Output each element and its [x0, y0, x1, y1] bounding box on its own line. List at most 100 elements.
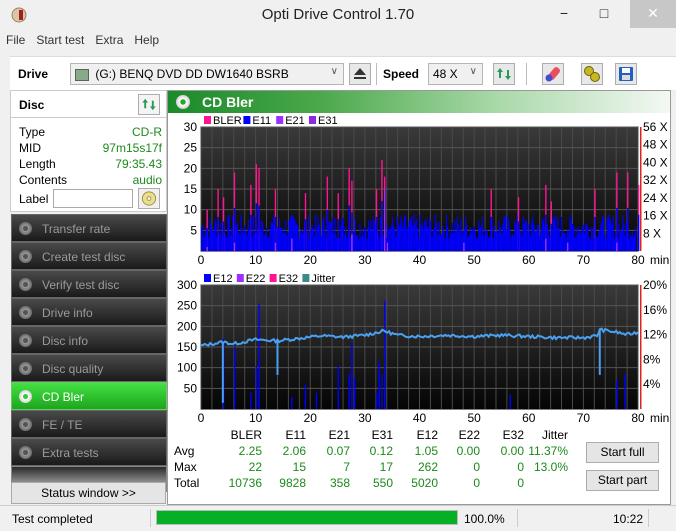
stats-cell: 0.07 — [326, 444, 350, 458]
e11-bar — [241, 227, 243, 251]
e11-bar — [502, 223, 504, 251]
settings-button[interactable] — [581, 63, 603, 85]
e11-bar — [595, 236, 597, 251]
toolbar-separator — [376, 63, 377, 85]
e11-bar — [217, 216, 219, 251]
stats-cell: 262 — [417, 460, 438, 474]
stats-cell: 0.12 — [369, 444, 393, 458]
save-button[interactable] — [615, 63, 637, 85]
legend-swatch — [243, 116, 251, 124]
nav-label: CD Bler — [42, 390, 85, 404]
nav-disc-info[interactable]: Disc info — [11, 326, 167, 354]
e11-bar — [603, 217, 605, 251]
disc-label-input[interactable] — [53, 189, 133, 208]
eject-button[interactable] — [349, 63, 371, 85]
stats-row-label: Max — [174, 460, 197, 474]
e11-bar — [285, 220, 287, 251]
e11-bar — [534, 230, 536, 251]
e11-bar — [281, 228, 283, 251]
e11-bar — [262, 222, 264, 251]
e11-bar — [523, 223, 525, 251]
start-full-button[interactable]: Start full — [586, 442, 659, 463]
nav-extra-tests[interactable]: Extra tests — [11, 438, 167, 466]
panel-header: CD Bler — [168, 91, 670, 113]
e11-bar — [461, 234, 463, 251]
e11-bar — [239, 234, 241, 251]
e11-bar — [471, 232, 473, 251]
nav-verify-test-disc[interactable]: Verify test disc — [11, 270, 167, 298]
minimize-button[interactable]: − — [548, 0, 580, 28]
disc-icon — [19, 390, 32, 403]
e11-bar — [252, 216, 254, 251]
e11-bar — [473, 226, 475, 251]
e11-bar — [400, 216, 402, 251]
e11-bar — [365, 228, 367, 251]
e11-bar — [609, 217, 611, 251]
x-tick-label: 40 — [413, 253, 427, 267]
speed-select-value: 48 X — [433, 67, 458, 81]
e11-bar — [355, 235, 357, 251]
nav-create-test-disc[interactable]: Create test disc — [11, 242, 167, 270]
nav-disc-quality[interactable]: Disc quality — [11, 354, 167, 382]
e11-bar — [474, 230, 476, 251]
e11-bar — [479, 227, 481, 251]
e11-bar — [294, 220, 296, 251]
nav-transfer-rate[interactable]: Transfer rate — [11, 214, 167, 242]
e11-bar — [436, 222, 438, 251]
e11-bar — [438, 222, 440, 251]
e11-bar — [324, 232, 326, 251]
e11-bar — [459, 229, 461, 251]
maximize-button[interactable]: □ — [588, 0, 620, 28]
e11-bar — [633, 237, 635, 251]
menu-start-test[interactable]: Start test — [30, 31, 89, 47]
e11-bar — [381, 200, 383, 251]
e11-bar — [569, 214, 571, 251]
legend-label: BLER — [213, 115, 242, 127]
e11-bar — [361, 229, 363, 251]
e11-bar — [613, 238, 615, 251]
drive-select[interactable]: (G:) BENQ DVD DD DW1640 BSRB ∨ — [70, 63, 344, 85]
e11-bar — [501, 233, 503, 251]
status-window-button[interactable]: Status window >> — [11, 482, 166, 504]
e11-bar — [504, 215, 506, 251]
disc-refresh-button[interactable] — [138, 94, 160, 115]
start-part-button[interactable]: Start part — [586, 470, 659, 491]
menu-extra[interactable]: Extra — [89, 31, 128, 47]
speed-select[interactable]: 48 X ∨ — [428, 63, 483, 85]
e12-bar — [616, 380, 618, 409]
e11-bar — [393, 225, 395, 251]
e21-bar — [291, 238, 293, 251]
nav-drive-info[interactable]: Drive info — [11, 298, 167, 326]
e11-bar — [279, 218, 281, 251]
drive-label: Drive — [18, 67, 49, 81]
e11-bar — [562, 230, 564, 251]
e11-bar — [535, 230, 537, 251]
e11-bar — [310, 230, 312, 251]
menu-help[interactable]: Help — [128, 31, 164, 47]
y2-tick-label: 32 X — [643, 173, 668, 187]
e11-bar — [541, 218, 543, 251]
e11-bar — [306, 232, 308, 251]
e11-bar — [581, 226, 583, 251]
x-tick-label: 10 — [249, 253, 263, 267]
e11-bar — [227, 215, 229, 251]
e11-bar — [586, 222, 588, 251]
e12-bar — [509, 394, 512, 409]
nav-cd-bler[interactable]: CD Bler — [11, 382, 167, 410]
e11-bar — [490, 216, 492, 251]
e11-bar — [587, 226, 589, 251]
e11-bar — [255, 203, 258, 251]
disc-label-button[interactable] — [138, 188, 160, 209]
e11-bar — [589, 239, 591, 251]
x-tick-label: 50 — [467, 411, 481, 425]
nav-fe-te[interactable]: FE / TE — [11, 410, 167, 438]
refresh-button[interactable] — [493, 63, 515, 85]
e11-bar — [311, 224, 313, 251]
erase-button[interactable] — [542, 63, 564, 85]
y-tick-label: 5 — [190, 223, 197, 237]
close-button[interactable]: ✕ — [630, 0, 676, 28]
menu-file[interactable]: File — [0, 31, 30, 47]
e11-bar — [521, 235, 523, 251]
e11-bar — [333, 233, 335, 251]
x-tick-label: 0 — [198, 411, 205, 425]
